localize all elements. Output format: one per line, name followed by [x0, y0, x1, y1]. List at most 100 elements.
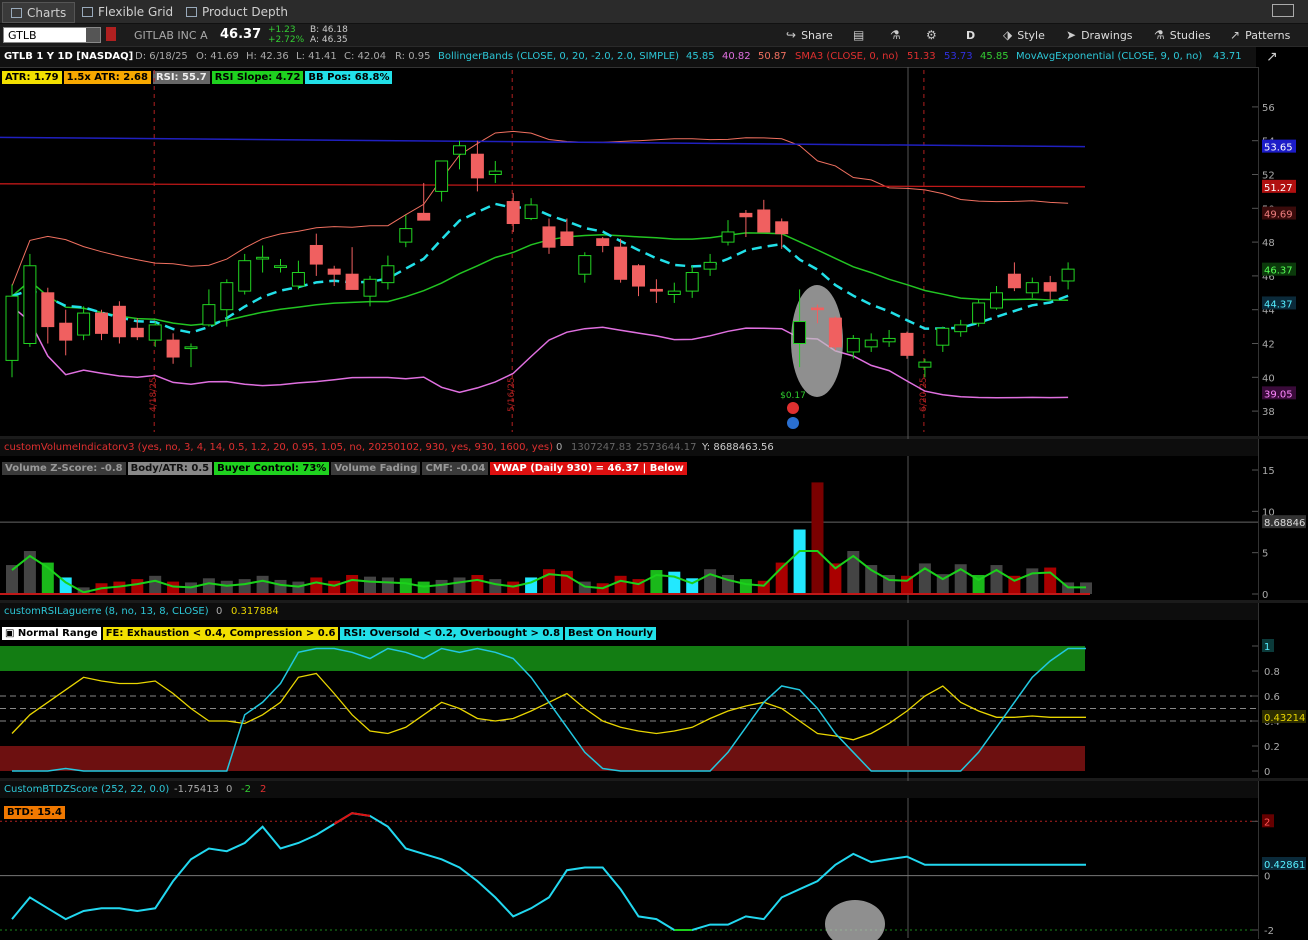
volume-study-header: customVolumeIndicatorv3 (yes, no, 3, 4, …: [0, 439, 1258, 456]
volume-badge: Buyer Control: 73%: [214, 462, 330, 475]
bb-middle-line: [11, 232, 1069, 326]
btd-v3: 2: [260, 784, 267, 795]
candle-body: [793, 321, 807, 344]
price-tick-label: 56: [1262, 103, 1275, 114]
volume-bar: [149, 575, 162, 594]
candle-body: [59, 322, 73, 341]
volume-badge: VWAP (Daily 930) = 46.37 | Below: [490, 462, 687, 475]
volume-bar: [238, 579, 251, 594]
volume-tick-label: 5: [1262, 549, 1268, 560]
candle-body: [112, 305, 126, 338]
candle-body: [130, 327, 144, 338]
volume-bar: [256, 575, 269, 594]
candle-body: [238, 260, 252, 292]
btd-v1: 0: [226, 784, 233, 795]
volume-bar: [364, 576, 376, 594]
candle-body: [399, 228, 413, 243]
candle-body: [327, 268, 341, 275]
candle-body: [864, 339, 878, 348]
volume-bar: [471, 574, 484, 594]
volume-badge: CMF: -0.04: [422, 462, 489, 475]
volume-bar: [292, 581, 305, 594]
price-tick-label: 38: [1262, 407, 1275, 418]
candle-body: [363, 278, 377, 297]
volume-badge: Body/ATR: 0.5: [127, 462, 213, 475]
btd-tick-label: 2: [1264, 817, 1270, 828]
rsi-badge: ▣ Normal Range: [2, 627, 101, 640]
candle-body: [435, 160, 449, 192]
candle-body: [524, 204, 538, 219]
candle-body: [488, 170, 502, 175]
volume-bar: [399, 578, 412, 594]
price-label: 49.69: [1264, 210, 1293, 221]
sma-long-line: [0, 136, 1086, 148]
candle-body: [1025, 282, 1039, 294]
volume-bar: [23, 551, 36, 594]
btd-v2: -2: [241, 784, 251, 795]
volume-badges: Volume Z-Score: -0.8 Body/ATR: 0.5 Buyer C…: [2, 462, 687, 475]
volume-bar: [417, 581, 430, 594]
volume-bar: [847, 551, 860, 594]
volume-bar: [793, 529, 806, 594]
rsi-v0: 0: [216, 606, 223, 617]
candle-body: [5, 295, 19, 361]
candle-body: [274, 265, 287, 268]
volume-study-title[interactable]: customVolumeIndicatorv3 (yes, no, 3, 4, …: [4, 442, 553, 453]
oversold-zone: [0, 746, 1085, 771]
btd-tick-label: -2: [1264, 926, 1274, 937]
btd-study-title[interactable]: CustomBTDZScore (252, 22, 0.0): [4, 784, 169, 795]
volume-label: 8.68846: [1264, 518, 1305, 529]
candle-body: [166, 339, 180, 358]
rsi-study-header: customRSILaguerre (8, no, 13, 8, CLOSE) …: [0, 603, 1258, 620]
rsi-tick-label: 0.8: [1264, 667, 1280, 678]
candle-body: [739, 212, 753, 218]
candle-body: [345, 273, 359, 290]
volume-bar: [453, 577, 466, 594]
candle-body: [954, 324, 968, 333]
btd-highlight-ellipse: [825, 900, 885, 940]
volume-tick-label: 0: [1262, 590, 1268, 601]
volume-bar: [704, 569, 717, 594]
candle-body: [95, 312, 108, 334]
volume-bar: [489, 579, 502, 594]
btd-study-header: CustomBTDZScore (252, 22, 0.0) -1.75413 …: [0, 781, 1258, 798]
candle-body: [148, 324, 162, 341]
btd-label: 0.42861: [1264, 860, 1305, 871]
volume-bar: [328, 580, 341, 594]
price-label: 39.05: [1264, 389, 1293, 400]
candle-body: [882, 337, 896, 343]
candle-body: [309, 244, 323, 265]
volume-y: Y: 8688463.56: [702, 442, 774, 453]
candle-body: [184, 346, 198, 350]
date-marker-label: 6/20/25: [919, 377, 929, 412]
volume-bar: [435, 579, 448, 594]
candle-body: [757, 209, 771, 233]
price-label: 46.37: [1264, 266, 1293, 277]
candle-body: [1007, 273, 1021, 289]
candle-body: [77, 312, 91, 336]
candle-body: [972, 302, 986, 324]
candle-body: [256, 256, 270, 260]
rsi-label: 0.43214: [1264, 713, 1305, 724]
earnings-label: $0.17: [780, 391, 806, 401]
rsi-study-title[interactable]: customRSILaguerre (8, no, 13, 8, CLOSE): [4, 606, 209, 617]
candle-body: [381, 265, 395, 284]
rsi-badges: ▣ Normal Range FE: Exhaustion < 0.4, Comp…: [2, 627, 657, 640]
rsi-tick-label: 0: [1264, 767, 1270, 778]
volume-bar: [543, 569, 555, 594]
candle-body: [41, 292, 55, 328]
volume-bar: [560, 570, 573, 594]
volume-bar: [614, 575, 627, 594]
volume-bar: [811, 482, 824, 594]
rsi-tick-label: 1: [1264, 642, 1270, 653]
candle-body: [417, 212, 431, 221]
candle-body: [453, 145, 466, 155]
volume-bar: [650, 570, 663, 594]
rsi-badge: FE: Exhaustion < 0.4, Compression > 0.6: [102, 627, 339, 640]
candle-body: [918, 361, 932, 368]
candle-body: [990, 292, 1003, 309]
candle-body: [542, 226, 556, 248]
date-marker-label: 5/16/25: [507, 377, 517, 412]
dividend-icon: [787, 417, 799, 429]
rsi-badge: RSI: Oversold < 0.2, Overbought > 0.8: [340, 627, 564, 640]
